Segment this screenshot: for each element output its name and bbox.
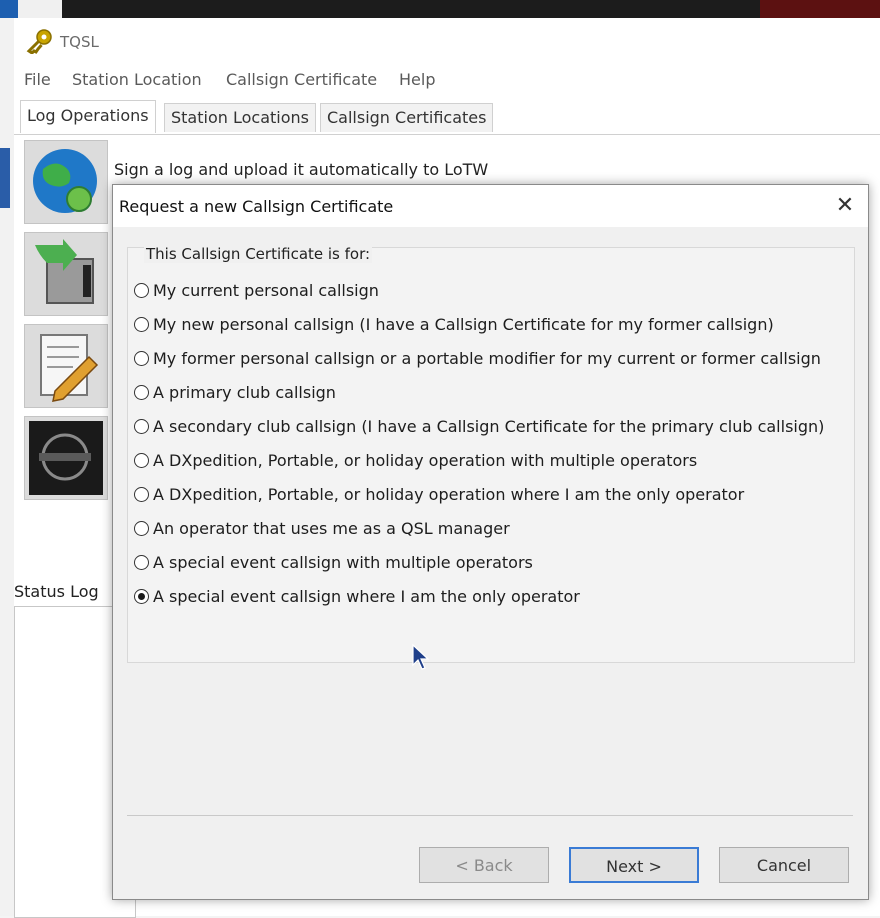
tab-log-operations[interactable]: Log Operations (20, 100, 156, 133)
radio-button[interactable] (134, 521, 149, 536)
option-secondary-club[interactable]: A secondary club callsign (I have a Call… (134, 414, 824, 440)
mouse-cursor-icon (412, 643, 430, 670)
radio-button[interactable] (134, 317, 149, 332)
group-caption: This Callsign Certificate is for: (144, 245, 373, 263)
option-former-personal[interactable]: My former personal callsign or a portabl… (134, 346, 821, 372)
option-label: My former personal callsign or a portabl… (153, 349, 821, 368)
option-special-event-multi[interactable]: A special event callsign with multiple o… (134, 550, 533, 576)
option-special-event-single[interactable]: A special event callsign where I am the … (134, 584, 580, 610)
option-label: A special event callsign where I am the … (153, 587, 580, 606)
sign-save-button[interactable] (24, 232, 108, 316)
request-certificate-dialog: Request a new Callsign Certificate ✕ Thi… (112, 184, 869, 900)
option-dxpedition-multi[interactable]: A DXpedition, Portable, or holiday opera… (134, 448, 697, 474)
radio-button[interactable] (134, 283, 149, 298)
dialog-title-bar: Request a new Callsign Certificate ✕ (113, 185, 868, 227)
left-edge (0, 18, 15, 916)
radio-button[interactable] (134, 385, 149, 400)
background-strip (0, 0, 880, 18)
option-label: A primary club callsign (153, 383, 336, 402)
status-log-label: Status Log (14, 582, 99, 601)
tab-station-locations[interactable]: Station Locations (164, 103, 316, 132)
cancel-button[interactable]: Cancel (719, 847, 849, 883)
option-label: My new personal callsign (I have a Calls… (153, 315, 774, 334)
title-bar: TQSL (14, 18, 880, 66)
dialog-body: This Callsign Certificate is for: My cur… (127, 227, 855, 819)
background-strip-red (760, 0, 880, 18)
menu-callsign-certificate[interactable]: Callsign Certificate (226, 70, 377, 89)
option-label: A special event callsign with multiple o… (153, 553, 533, 572)
sign-upload-description: Sign a log and upload it automatically t… (114, 160, 489, 179)
option-dxpedition-single[interactable]: A DXpedition, Portable, or holiday opera… (134, 482, 744, 508)
next-button[interactable]: Next > (569, 847, 699, 883)
radio-button-selected[interactable] (134, 589, 149, 604)
option-qsl-manager[interactable]: An operator that uses me as a QSL manage… (134, 516, 510, 542)
menu-bar: File Station Location Callsign Certifica… (14, 66, 880, 94)
edit-log-button[interactable] (24, 324, 108, 408)
back-button[interactable]: < Back (419, 847, 549, 883)
sign-upload-button[interactable] (24, 140, 108, 224)
save-arrow-icon (35, 239, 94, 304)
menu-help[interactable]: Help (399, 70, 435, 89)
option-label: A DXpedition, Portable, or holiday opera… (153, 485, 745, 504)
left-edge-accent (0, 148, 10, 208)
tab-callsign-certificates[interactable]: Callsign Certificates (320, 103, 494, 132)
option-label: A secondary club callsign (I have a Call… (153, 417, 825, 436)
background-strip-blue (0, 0, 18, 18)
certificate-type-group: This Callsign Certificate is for: My cur… (127, 245, 855, 663)
lotw-logo-icon (29, 421, 103, 495)
option-primary-club[interactable]: A primary club callsign (134, 380, 336, 406)
radio-button[interactable] (134, 453, 149, 468)
menu-station-location[interactable]: Station Location (72, 70, 202, 89)
option-label: An operator that uses me as a QSL manage… (153, 519, 510, 538)
option-current-personal[interactable]: My current personal callsign (134, 278, 379, 304)
menu-file[interactable]: File (24, 70, 51, 89)
radio-button[interactable] (134, 351, 149, 366)
close-icon[interactable]: ✕ (830, 191, 860, 221)
globe-icon (33, 149, 97, 213)
key-icon (26, 29, 52, 54)
lotw-website-button[interactable] (24, 416, 108, 500)
radio-button[interactable] (134, 419, 149, 434)
option-label: A DXpedition, Portable, or holiday opera… (153, 451, 698, 470)
radio-button[interactable] (134, 555, 149, 570)
tab-strip: Log Operations Station Locations Callsig… (14, 100, 880, 135)
option-label: My current personal callsign (153, 281, 379, 300)
button-separator (127, 815, 853, 816)
radio-button[interactable] (134, 487, 149, 502)
edit-document-icon (40, 334, 99, 402)
dialog-title: Request a new Callsign Certificate (119, 197, 394, 216)
app-title: TQSL (60, 33, 99, 51)
option-new-personal[interactable]: My new personal callsign (I have a Calls… (134, 312, 774, 338)
